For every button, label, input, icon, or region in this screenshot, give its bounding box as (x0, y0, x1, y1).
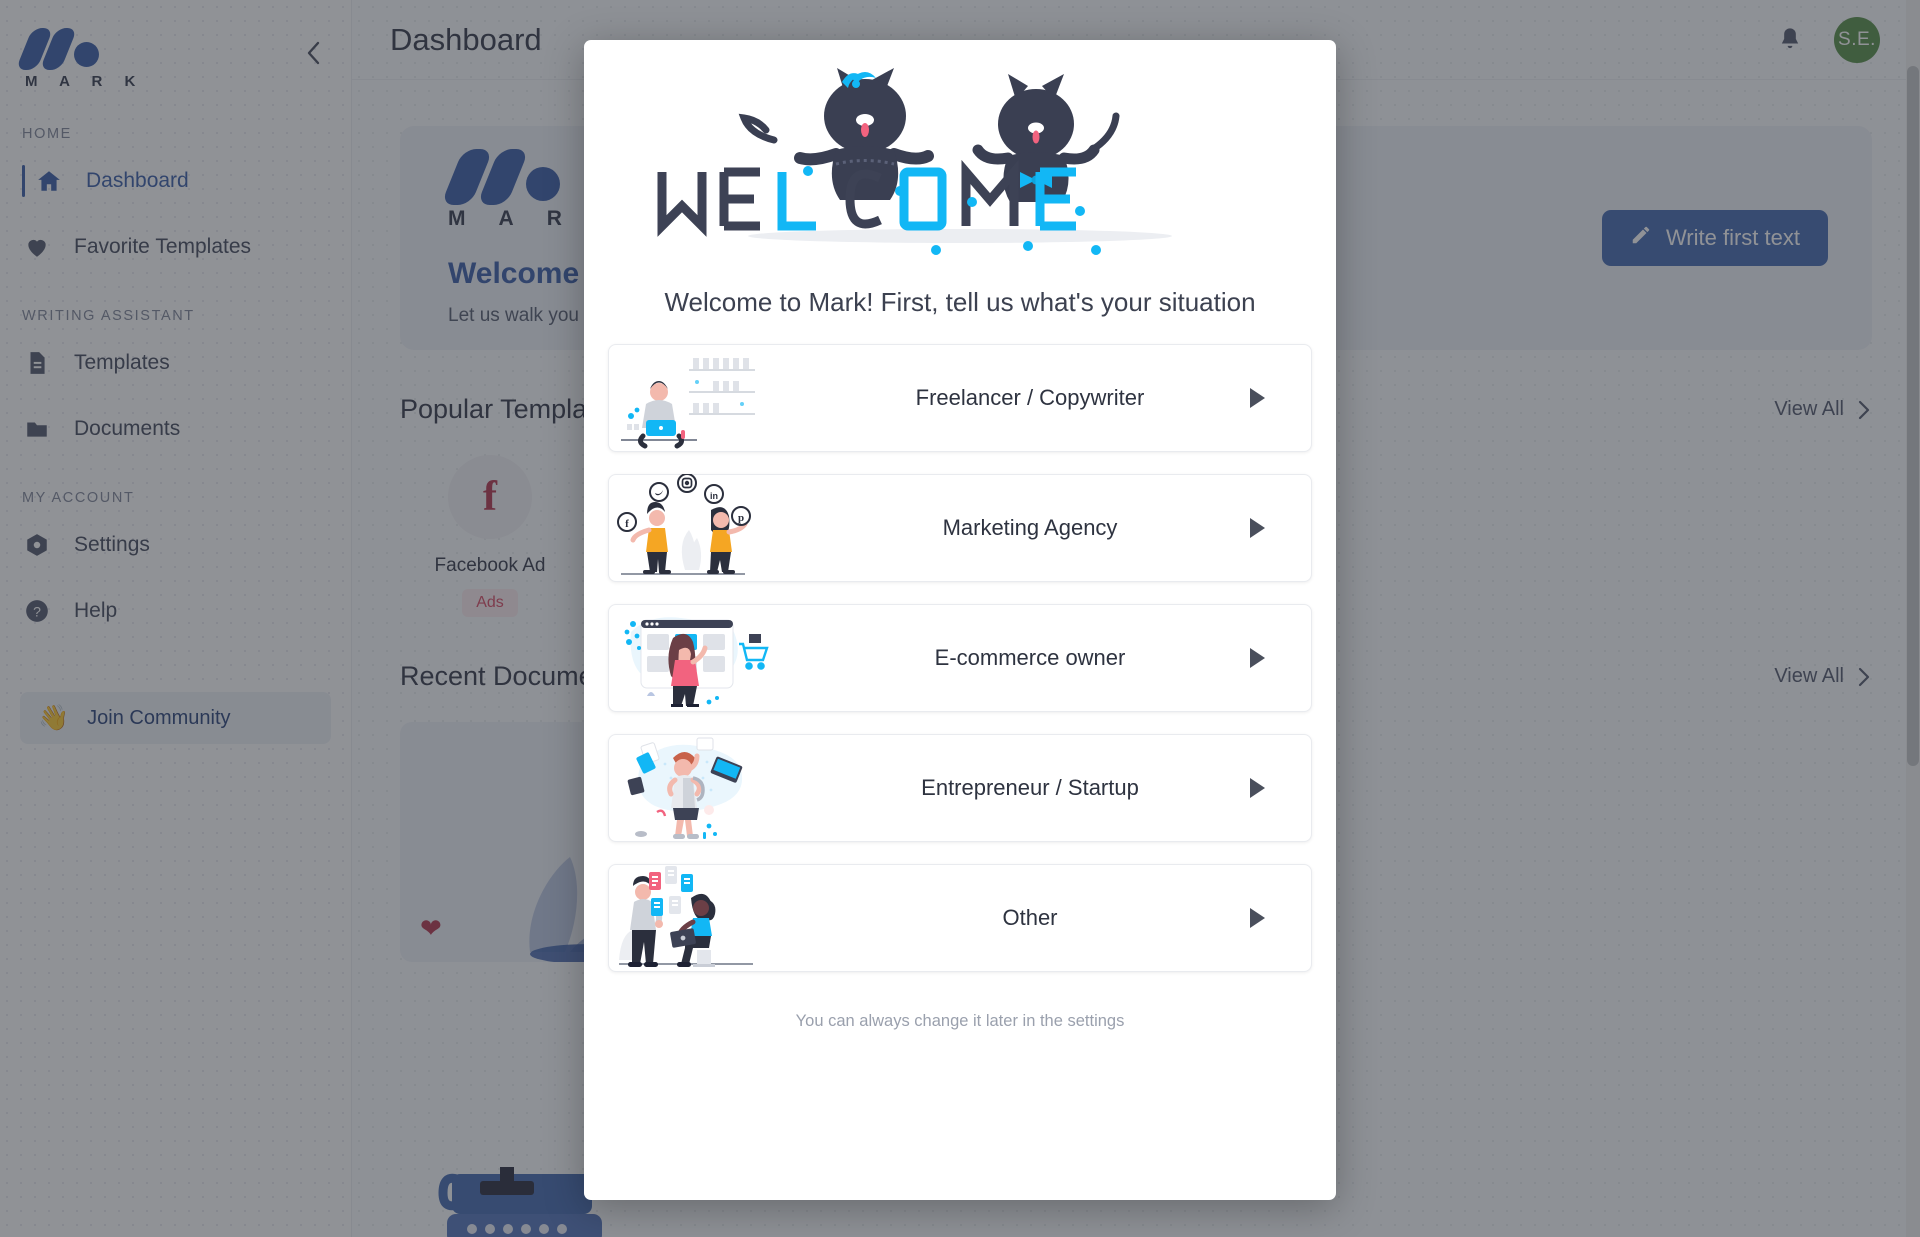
ecommerce-illustration (609, 604, 789, 712)
option-entrepreneur-startup[interactable]: Entrepreneur / Startup (608, 734, 1312, 842)
option-label: Freelancer / Copywriter (915, 385, 1145, 410)
modal-heading: Welcome to Mark! First, tell us what's y… (664, 287, 1256, 317)
svg-text:p: p (738, 512, 744, 524)
option-label: Entrepreneur / Startup (921, 775, 1139, 800)
welcome-cats-illustration (657, 68, 1172, 255)
option-freelancer-copywriter[interactable]: Freelancer / Copywriter (608, 344, 1312, 452)
situation-options-list: Freelancer / Copywriter f in p Marketing… (608, 344, 1312, 972)
play-arrow-icon[interactable] (1250, 648, 1265, 668)
instagram-icon (677, 474, 697, 493)
play-arrow-icon[interactable] (1250, 908, 1265, 928)
screen: M A R K HOME Dashboard Favorite (0, 0, 1920, 1237)
option-label: Marketing Agency (942, 515, 1118, 540)
option-label: E-commerce owner (934, 645, 1126, 670)
linkedin-icon: in (704, 484, 724, 504)
twitter-icon (649, 482, 669, 502)
freelancer-illustration (609, 344, 789, 452)
option-label: Other (1002, 905, 1058, 930)
svg-text:in: in (710, 491, 718, 501)
entrepreneur-illustration (609, 734, 789, 842)
svg-text:f: f (625, 518, 629, 530)
play-arrow-icon[interactable] (1250, 778, 1265, 798)
option-ecommerce-owner[interactable]: E-commerce owner (608, 604, 1312, 712)
modal-footnote: You can always change it later in the se… (795, 1012, 1125, 1030)
cat-right (972, 74, 1120, 202)
option-other[interactable]: Other (608, 864, 1312, 972)
option-marketing-agency[interactable]: f in p Marketing Agency (608, 474, 1312, 582)
marketing-agency-illustration: f in p (609, 474, 789, 582)
onboarding-modal: Welcome to Mark! First, tell us what's y… (584, 40, 1336, 1200)
play-arrow-icon[interactable] (1250, 518, 1265, 538)
shopping-cart-icon (739, 642, 769, 670)
play-arrow-icon[interactable] (1250, 388, 1265, 408)
pinterest-icon: p (731, 506, 751, 526)
other-illustration (609, 864, 789, 972)
facebook-icon: f (617, 512, 637, 532)
